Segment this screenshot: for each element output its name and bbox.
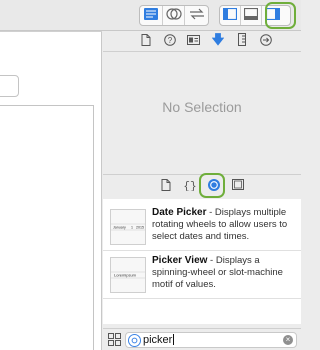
- identity-inspector-tab[interactable]: [185, 33, 202, 49]
- file-icon: [141, 33, 151, 49]
- date-picker-thumb-year: 2015: [136, 226, 144, 230]
- inspector-tabs: ?: [103, 31, 301, 51]
- canvas-view-frame[interactable]: [0, 105, 94, 350]
- picker-view-thumb-text: Loremipsum: [114, 273, 137, 278]
- toolbar: [0, 0, 301, 31]
- date-picker-thumbnail: January 1 2015: [110, 209, 146, 245]
- picker-view-description: Picker View - Displays a spinning-wheel …: [152, 255, 298, 291]
- date-picker-thumb-month: January: [113, 226, 126, 230]
- grid-view-icon[interactable]: [108, 333, 121, 346]
- object-library-icon: [207, 178, 221, 195]
- object-library-tab[interactable]: [205, 177, 223, 195]
- media-library-icon: [232, 179, 244, 193]
- file-inspector-tab[interactable]: [137, 33, 154, 49]
- library-tabs: {}: [103, 175, 301, 197]
- file-template-icon: [161, 178, 171, 194]
- list-item-date-picker[interactable]: January 1 2015 Date Picker - Displays mu…: [103, 203, 301, 251]
- clear-filter-icon[interactable]: ×: [283, 335, 293, 345]
- assistant-editor-button[interactable]: [163, 6, 186, 25]
- media-library-tab[interactable]: [229, 177, 247, 195]
- utilities-toggle-button[interactable]: [262, 6, 283, 25]
- navigator-panel-icon: [222, 7, 238, 23]
- size-inspector-tab[interactable]: [233, 33, 250, 49]
- ruler-icon: [237, 33, 246, 49]
- help-icon: ?: [163, 33, 176, 49]
- standard-editor-icon: [143, 8, 158, 23]
- attributes-arrow-icon: [211, 33, 224, 49]
- assistant-editor-icon: [165, 8, 182, 23]
- code-snippet-library-tab[interactable]: {}: [181, 177, 199, 195]
- standard-editor-button[interactable]: [140, 6, 163, 25]
- editor-divider: [0, 31, 102, 32]
- filter-text: picker: [143, 334, 175, 346]
- list-item-divider: [103, 298, 301, 299]
- list-item-picker-view[interactable]: Loremipsum Picker View - Displays a spin…: [103, 251, 301, 299]
- svg-text:{}: {}: [183, 181, 196, 191]
- editor-canvas: [0, 31, 102, 350]
- version-editor-button[interactable]: [185, 6, 208, 25]
- file-template-library-tab[interactable]: [157, 177, 175, 195]
- object-library-list: January 1 2015 Date Picker - Displays mu…: [103, 199, 301, 324]
- inspector-tabs-divider: [103, 51, 301, 52]
- debug-panel-icon: [243, 7, 259, 23]
- picker-view-thumbnail: Loremipsum: [110, 257, 146, 293]
- code-snippet-icon: {}: [183, 179, 197, 194]
- text-caret: [173, 334, 175, 345]
- version-editor-icon: [189, 8, 205, 23]
- svg-text:?: ?: [167, 36, 172, 45]
- connections-inspector-tab[interactable]: [257, 33, 274, 49]
- view-toggle-group: [219, 5, 291, 26]
- date-picker-title: Date Picker: [152, 207, 207, 218]
- date-picker-description: Date Picker - Displays multiple rotating…: [152, 207, 298, 243]
- canvas-field-box[interactable]: [0, 75, 19, 97]
- library-filter-bar: picker ×: [103, 328, 301, 350]
- date-picker-thumb-day: 1: [131, 226, 133, 230]
- navigator-toggle-button[interactable]: [220, 6, 241, 25]
- utilities-panel-icon: [265, 7, 280, 23]
- utilities-area: ? No Selection {} January 1 2015 Date Pi…: [103, 31, 301, 350]
- quick-help-inspector-tab[interactable]: ?: [161, 33, 178, 49]
- picker-view-title: Picker View: [152, 255, 208, 266]
- debug-area-toggle-button[interactable]: [241, 6, 262, 25]
- attributes-inspector-tab[interactable]: [209, 33, 226, 49]
- library-filter-input[interactable]: picker ×: [125, 332, 297, 348]
- filter-value: picker: [143, 334, 173, 346]
- identity-card-icon: [187, 34, 200, 48]
- connections-arrow-icon: [259, 33, 272, 49]
- object-filter-icon: [128, 334, 141, 347]
- no-selection-label: No Selection: [162, 99, 242, 115]
- editor-mode-group: [139, 5, 209, 26]
